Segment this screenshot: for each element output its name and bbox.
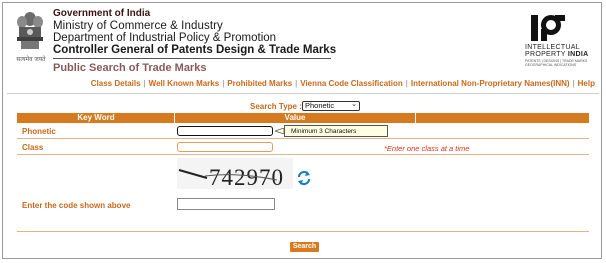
nav-well-known-marks[interactable]: Well Known Marks <box>149 79 220 88</box>
refresh-captcha-icon[interactable] <box>296 170 312 186</box>
phonetic-input[interactable] <box>177 126 273 136</box>
phonetic-label: Phonetic <box>22 127 56 136</box>
phonetic-tooltip: Minimum 3 Characters <box>284 125 388 137</box>
emblem-motto: सत्यमेव जयते <box>16 57 46 63</box>
ip-logo-line3: PATENTS | DESIGNS | TRADE MARKS GEOGRAPH… <box>525 59 588 67</box>
ip-logo-line2: PROPERTY INDIA <box>525 51 589 58</box>
ip-logo-line1: INTELLECTUAL <box>525 44 580 51</box>
class-hint: *Enter one class at a time <box>384 144 470 153</box>
national-emblem-icon <box>17 12 43 49</box>
nav-help[interactable]: Help <box>578 79 595 88</box>
department-title: Department of Industrial Policy & Promot… <box>53 32 277 44</box>
government-title: Government of India <box>53 8 151 19</box>
captcha-input[interactable] <box>177 198 275 210</box>
nav-vienna-code[interactable]: Vienna Code Classification <box>300 79 403 88</box>
ip-india-mark-icon <box>531 15 565 41</box>
tooltip-arrow <box>275 128 284 134</box>
search-button[interactable]: Search <box>290 242 319 252</box>
chevron-down-icon: ⌄ <box>351 101 357 108</box>
search-type-select[interactable]: Phonetic ⌄ <box>302 101 360 111</box>
search-type-label: Search Type : <box>250 102 302 111</box>
header-divider <box>53 58 331 59</box>
page-frame: सत्यमेव जयते Government of India Ministr… <box>2 2 602 259</box>
row-divider <box>17 138 589 139</box>
nav-prohibited-marks[interactable]: Prohibited Marks <box>227 79 292 88</box>
table-header: Key Word Value <box>17 113 589 123</box>
ministry-title: Ministry of Commerce & Industry <box>53 20 223 32</box>
column-value: Value <box>284 113 306 122</box>
row-divider <box>17 154 589 155</box>
captcha-image: 742970 <box>177 158 293 190</box>
column-keyword: Key Word <box>77 113 115 122</box>
controller-title: Controller General of Patents Design & T… <box>53 44 337 56</box>
captcha-label: Enter the code shown above <box>22 201 131 210</box>
ip-india-logo: INTELLECTUAL PROPERTY INDIA PATENTS | DE… <box>525 13 597 69</box>
nav-inn[interactable]: International Non-Proprietary Names(INN) <box>411 79 570 88</box>
page-title: Public Search of Trade Marks <box>53 62 207 74</box>
top-nav: Class Details | Well Known Marks | Prohibite… <box>90 79 595 88</box>
form-bottom-divider <box>17 231 589 232</box>
nav-divider <box>7 93 599 94</box>
class-label: Class <box>22 143 44 152</box>
nav-class-details[interactable]: Class Details <box>91 79 141 88</box>
class-input[interactable] <box>177 142 273 152</box>
captcha-text: 742970 <box>209 165 284 189</box>
